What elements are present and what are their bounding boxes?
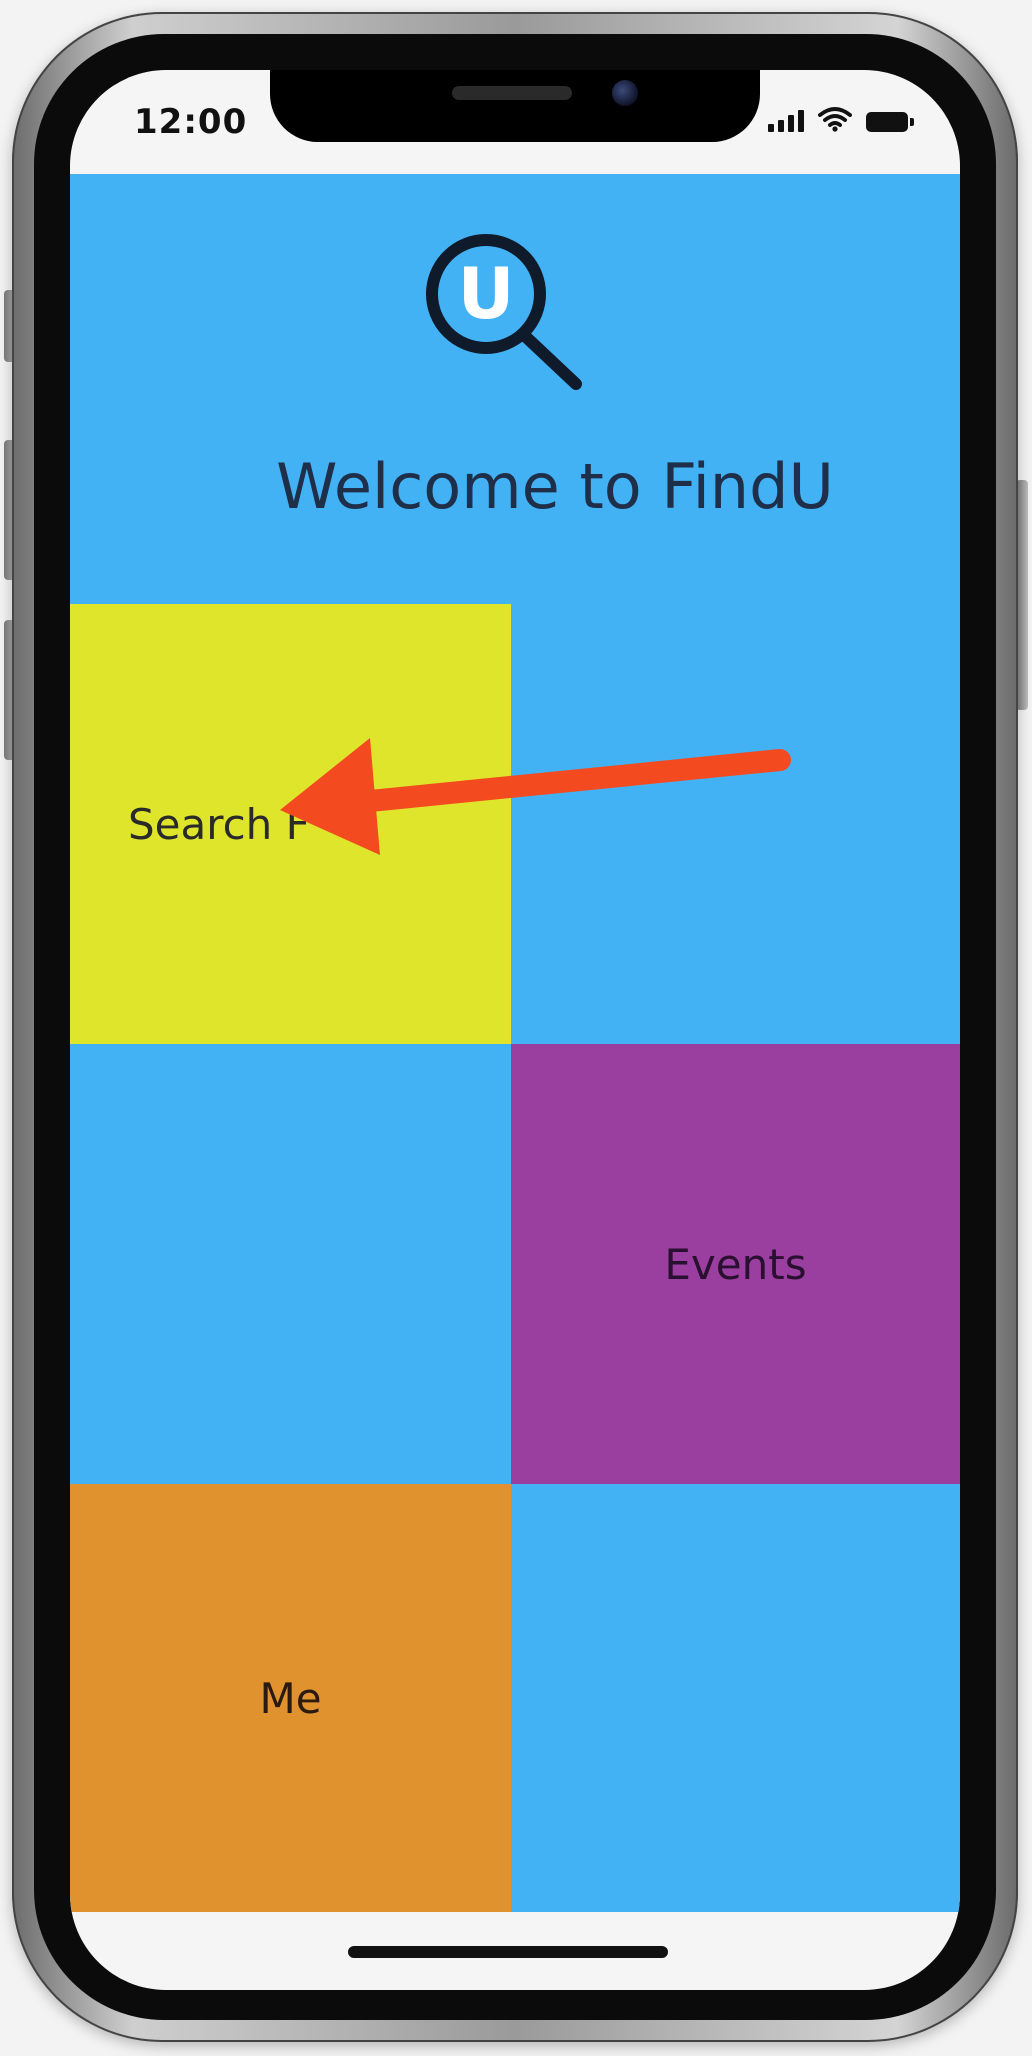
earpiece-speaker xyxy=(452,86,572,100)
status-icons xyxy=(768,106,914,132)
wifi-icon xyxy=(818,107,852,132)
search-tile[interactable]: Search F xyxy=(70,604,511,1044)
events-tile-label: Events xyxy=(664,1239,807,1289)
me-tile-label: Me xyxy=(259,1673,322,1723)
battery-icon xyxy=(866,112,914,132)
events-tile[interactable]: Events xyxy=(511,1044,960,1484)
search-magnifier-logo: U xyxy=(426,234,582,390)
front-camera xyxy=(612,80,638,106)
signal-icon xyxy=(768,110,804,132)
logo-letter: U xyxy=(458,253,515,335)
app-home: U Welcome to FindU Search F Events Me xyxy=(70,174,960,1912)
phone-screen: 12:00 U Welcome to FindU Search F Events… xyxy=(70,70,960,1990)
home-indicator xyxy=(348,1946,668,1958)
welcome-title: Welcome to FindU xyxy=(276,450,834,523)
search-tile-label: Search F xyxy=(128,799,310,849)
status-time: 12:00 xyxy=(134,102,248,142)
notch xyxy=(270,70,760,142)
me-tile[interactable]: Me xyxy=(70,1484,511,1912)
mockup-stage: 12:00 U Welcome to FindU Search F Events… xyxy=(0,0,1032,2056)
